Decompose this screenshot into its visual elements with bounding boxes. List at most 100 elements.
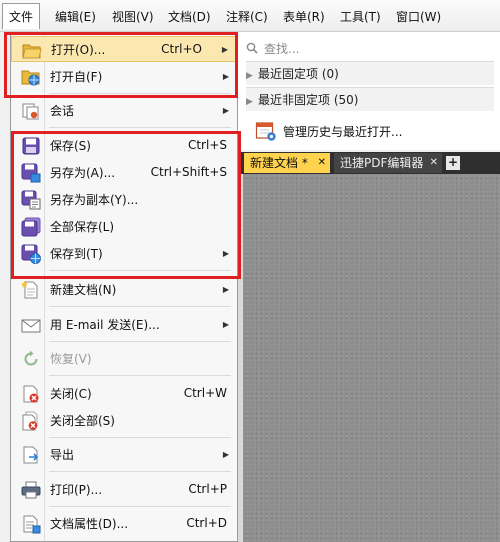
tab-label: 迅捷PDF编辑器 [340, 156, 424, 170]
menu-separator [49, 471, 231, 472]
menu-item-session[interactable]: 会话 ▶ [11, 97, 237, 123]
printer-icon [21, 481, 41, 499]
menu-item-label: 全部保存(L) [50, 219, 115, 234]
submenu-arrow-icon: ▶ [222, 105, 229, 115]
expand-triangle-icon: ▶ [246, 71, 253, 81]
menu-item-label: 保存(S) [50, 138, 91, 153]
menu-view[interactable]: 视图(V) [112, 6, 154, 28]
menu-item-print[interactable]: 打印(P)... Ctrl+P [11, 476, 237, 502]
manage-history-button[interactable]: 管理历史与最近打开... [255, 118, 402, 144]
menu-item-shortcut: Ctrl+W [183, 386, 227, 400]
unpinned-group-label: 最近非固定项 (50) [258, 93, 359, 107]
submenu-arrow-icon: ▶ [222, 71, 229, 81]
menu-window[interactable]: 窗口(W) [396, 6, 441, 28]
menu-item-label: 恢复(V) [50, 351, 92, 366]
save-all-icon [21, 217, 41, 237]
menu-item-label: 新建文档(N) [50, 282, 117, 297]
menu-separator [49, 93, 231, 94]
menu-edit[interactable]: 编辑(E) [55, 6, 96, 28]
menu-item-shortcut: Ctrl+Shift+S [150, 165, 227, 179]
close-all-icon [22, 411, 38, 431]
menu-item-label: 打开自(F) [50, 69, 103, 84]
menu-file[interactable]: 文件 [2, 3, 41, 29]
tab-label: 新建文档 * [250, 156, 308, 170]
menu-item-label: 另存为(A)... [50, 165, 116, 180]
menu-item-save-all[interactable]: 全部保存(L) [11, 213, 237, 239]
submenu-arrow-icon: ▶ [222, 284, 229, 294]
restore-icon [24, 350, 38, 366]
tab-pdf-editor[interactable]: 迅捷PDF编辑器 ✕ [334, 153, 442, 173]
manage-history-label: 管理历史与最近打开... [283, 124, 403, 139]
close-document-icon [23, 385, 39, 403]
document-canvas [237, 174, 500, 542]
menu-item-label: 导出 [50, 447, 75, 462]
unpinned-group[interactable]: ▶ 最近非固定项 (50) [246, 87, 494, 111]
menu-item-export[interactable]: 导出 ▶ [11, 441, 237, 467]
menu-item-label: 关闭(C) [50, 386, 92, 401]
submenu-arrow-icon: ▶ [221, 44, 228, 54]
save-as-icon [21, 163, 41, 183]
session-icon [22, 103, 39, 120]
menu-item-label: 另存为副本(Y)... [50, 192, 139, 207]
export-icon [23, 446, 39, 464]
search-icon [246, 42, 258, 54]
menu-separator [49, 506, 231, 507]
tab-new-document[interactable]: 新建文档 * ✕ [244, 153, 330, 173]
folder-globe-icon [21, 70, 40, 86]
folder-open-icon [22, 44, 42, 59]
menu-item-restore[interactable]: 恢复(V) [11, 345, 237, 371]
save-icon [22, 137, 40, 155]
menu-tools[interactable]: 工具(T) [340, 6, 381, 28]
close-icon[interactable]: ✕ [318, 153, 326, 173]
document-tab-bar: 新建文档 * ✕ 迅捷PDF编辑器 ✕ + [237, 152, 500, 174]
menu-item-open-from[interactable]: 打开自(F) ▶ [11, 63, 237, 89]
menu-form[interactable]: 表单(R) [283, 6, 325, 28]
pinned-group[interactable]: ▶ 最近固定项 (0) [246, 61, 494, 85]
menu-item-save-copy[interactable]: 另存为副本(Y)... [11, 186, 237, 212]
file-menu-dropdown: 打开(O)... Ctrl+O ▶ 打开自(F) ▶ 会话 ▶ 保存(S) Ct… [10, 32, 238, 542]
submenu-arrow-icon: ▶ [222, 248, 229, 258]
menu-item-save-as[interactable]: 另存为(A)... Ctrl+Shift+S [11, 159, 237, 185]
menu-separator [49, 270, 231, 271]
menu-item-save-to[interactable]: 保存到(T) ▶ [11, 240, 237, 266]
menu-comment[interactable]: 注释(C) [226, 6, 268, 28]
menu-bar: 文件 编辑(E) 视图(V) 文档(D) 注释(C) 表单(R) 工具(T) 窗… [0, 0, 500, 32]
menu-item-close-all[interactable]: 关闭全部(S) [11, 407, 237, 433]
search-placeholder: 查找... [264, 41, 300, 56]
add-tab-button[interactable]: + [446, 156, 460, 170]
menu-separator [49, 306, 231, 307]
save-copy-icon [21, 190, 41, 210]
menu-item-label: 会话 [50, 103, 75, 118]
menu-item-shortcut: Ctrl+O [161, 42, 202, 56]
menu-item-label: 用 E-mail 发送(E)... [50, 317, 160, 332]
menu-document[interactable]: 文档(D) [168, 6, 211, 28]
recent-search[interactable]: 查找... [246, 37, 496, 59]
menu-item-shortcut: Ctrl+S [187, 138, 227, 152]
menu-item-label: 打印(P)... [50, 482, 103, 497]
menu-item-document-properties[interactable]: 文档属性(D)... Ctrl+D [11, 510, 237, 536]
menu-separator [49, 375, 231, 376]
menu-item-label: 文档属性(D)... [50, 516, 129, 531]
menu-item-label: 关闭全部(S) [50, 413, 115, 428]
menu-item-open[interactable]: 打开(O)... Ctrl+O ▶ [11, 36, 237, 62]
menu-separator [49, 341, 231, 342]
menu-separator [49, 437, 231, 438]
menu-item-label: 打开(O)... [51, 42, 106, 57]
menu-item-label: 保存到(T) [50, 246, 103, 261]
menu-item-save[interactable]: 保存(S) Ctrl+S [11, 132, 237, 158]
submenu-arrow-icon: ▶ [222, 319, 229, 329]
pinned-group-label: 最近固定项 (0) [258, 67, 339, 81]
submenu-arrow-icon: ▶ [222, 449, 229, 459]
menu-item-new-document[interactable]: 新建文档(N) ▶ [11, 276, 237, 302]
save-to-icon [21, 244, 41, 264]
email-icon [21, 319, 41, 333]
document-properties-icon [23, 515, 41, 534]
menu-item-email[interactable]: 用 E-mail 发送(E)... ▶ [11, 311, 237, 337]
menu-item-close[interactable]: 关闭(C) Ctrl+W [11, 380, 237, 406]
menu-item-shortcut: Ctrl+D [186, 516, 227, 530]
new-document-icon [21, 280, 38, 299]
menu-separator [49, 127, 231, 128]
expand-triangle-icon: ▶ [246, 97, 253, 107]
menu-item-shortcut: Ctrl+P [188, 482, 227, 496]
close-icon[interactable]: ✕ [430, 153, 438, 173]
